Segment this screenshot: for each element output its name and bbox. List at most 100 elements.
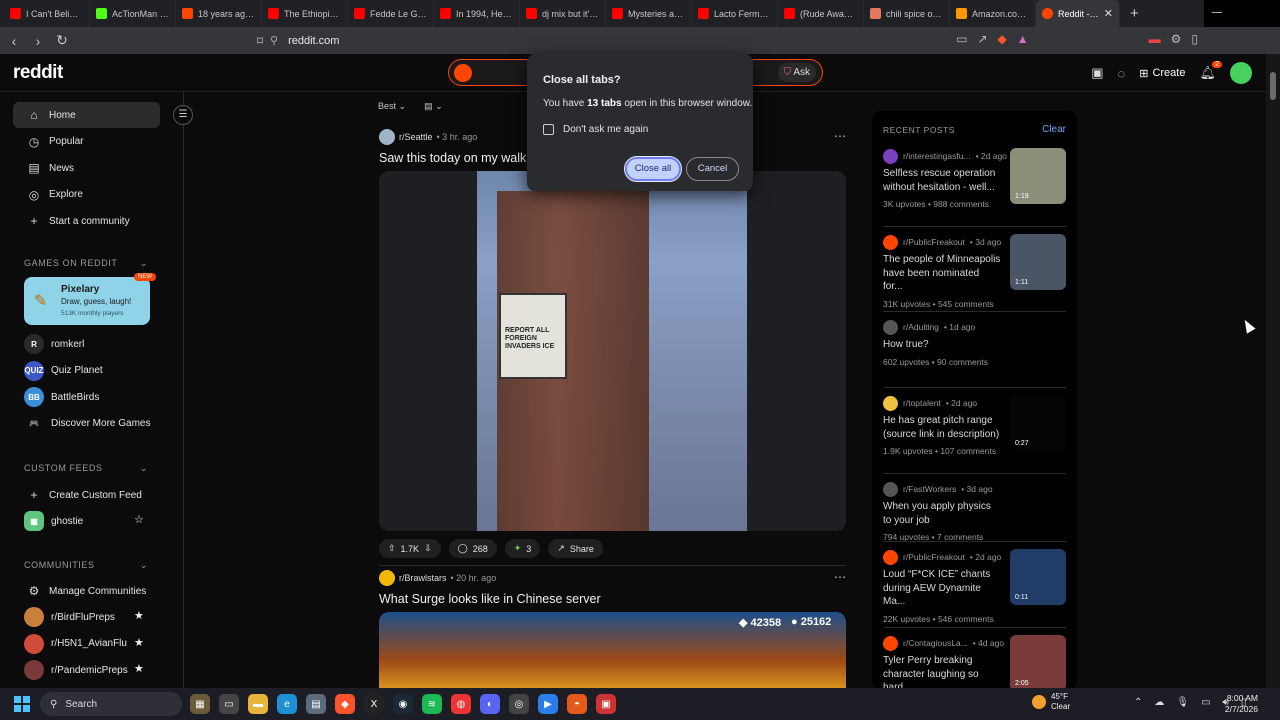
recent-thumbnail[interactable]: 1:19 xyxy=(1010,148,1066,204)
recent-title[interactable]: The people of Minneapolis have been nomi… xyxy=(883,253,1001,294)
custom-feeds-heading[interactable]: CUSTOM FEEDS ⌄ xyxy=(24,463,148,474)
community-item[interactable]: r/PandemicPreps xyxy=(24,659,128,681)
recent-title[interactable]: Tyler Perry breaking character laughing … xyxy=(883,654,1001,690)
recent-post[interactable]: r/PublicFreakout • 3d ago The people of Mi… xyxy=(883,234,1066,309)
star-icon[interactable]: ★ xyxy=(134,636,144,649)
game-card-pixelary[interactable]: ✎ Pixelary Draw, guess, laugh! 513K monthly… xyxy=(24,273,156,325)
widgets-icon[interactable]: ▦ xyxy=(190,694,210,714)
more-options-icon[interactable]: ⋯ xyxy=(834,570,846,584)
file-explorer-icon[interactable]: ▬ xyxy=(248,694,268,714)
taskbar-search[interactable]: ⚲ Search xyxy=(40,692,182,716)
x-app-icon[interactable]: X xyxy=(364,694,384,714)
browser-tab[interactable]: I Can't Believe T xyxy=(4,0,90,27)
extension-icon[interactable]: ▬ xyxy=(1149,32,1161,46)
steam-icon[interactable]: ◉ xyxy=(393,694,413,714)
sidebar-item-news[interactable]: ▤ News xyxy=(13,155,160,181)
community-item[interactable]: r/H5N1_AvianFlu xyxy=(24,633,127,655)
recent-post[interactable]: r/Adulting • 1d ago How true? 602 upvotes •… xyxy=(883,319,1066,367)
collapse-sidebar-button[interactable]: ☰ xyxy=(173,105,193,125)
recent-sub[interactable]: r/FastWorkers xyxy=(903,484,956,494)
browser-tab[interactable]: Mysteries and C xyxy=(606,0,692,27)
share-icon[interactable]: ↗ xyxy=(977,32,987,46)
edge-icon[interactable]: e xyxy=(277,694,297,714)
recent-title[interactable]: How true? xyxy=(883,338,1001,352)
share-button[interactable]: ↗ Share xyxy=(548,539,603,558)
game-item[interactable]: QUIZ Quiz Planet xyxy=(24,360,103,382)
scrollbar-thumb[interactable] xyxy=(1270,72,1276,100)
browser-tab-active[interactable]: Reddit - Th ✕ xyxy=(1036,0,1120,27)
weather-widget[interactable]: 45°F Clear xyxy=(1032,692,1070,712)
windows-start-icon[interactable] xyxy=(14,696,30,712)
vote-buttons[interactable]: ⇧ 1.7K ⇩ xyxy=(379,539,441,558)
create-button[interactable]: ⊞ Create xyxy=(1139,67,1185,80)
recent-sub[interactable]: r/Adulting xyxy=(903,322,939,332)
reload-icon[interactable]: ↻ xyxy=(52,32,72,49)
url-field[interactable]: ⚲ reddit.com xyxy=(270,31,990,50)
page-scrollbar[interactable] xyxy=(1266,54,1280,688)
games-heading[interactable]: GAMES ON REDDIT ⌄ xyxy=(24,258,148,269)
recent-post[interactable]: r/interestingasfu... • 2d ago Selfless res… xyxy=(883,148,1066,209)
task-view-icon[interactable]: ▭ xyxy=(219,694,239,714)
recent-post[interactable]: r/toptalent • 2d ago He has great pitch ra… xyxy=(883,395,1066,456)
recent-title[interactable]: Selfless rescue operation without hesita… xyxy=(883,167,1001,194)
advertise-icon[interactable]: ▣ xyxy=(1091,65,1103,81)
discord-icon[interactable]: ◐ xyxy=(480,694,500,714)
recent-thumbnail[interactable]: 2:05 xyxy=(1010,635,1066,690)
subreddit-name[interactable]: r/Brawlstars xyxy=(399,573,447,583)
view-toggle[interactable]: ▤ ⌄ xyxy=(424,101,443,112)
feed-ghostie[interactable]: ▦ ghostie xyxy=(24,510,83,532)
site-info-icon[interactable]: ⚲ xyxy=(270,34,278,47)
browser-tab[interactable]: chili spice oil b xyxy=(864,0,950,27)
rewards-icon[interactable]: ▲ xyxy=(1017,32,1029,46)
recent-title[interactable]: When you apply physics to your job xyxy=(883,500,1001,527)
brave-shield-icon[interactable]: ◆ xyxy=(998,32,1007,46)
manage-communities[interactable]: ⚙ Manage Communities xyxy=(13,578,160,604)
browser-tab[interactable]: dj mix but it's n xyxy=(520,0,606,27)
close-tab-icon[interactable]: ✕ xyxy=(1104,7,1113,20)
recent-title[interactable]: He has great pitch range (source link in… xyxy=(883,414,1001,441)
communities-heading[interactable]: COMMUNITIES ⌄ xyxy=(24,560,148,571)
tray-app-icon[interactable]: ☁ xyxy=(1154,697,1164,708)
bookmark-icon[interactable]: ⌑ xyxy=(250,34,270,48)
community-item[interactable]: r/BirdFluPreps xyxy=(24,606,115,628)
post-title[interactable]: What Surge looks like in Chinese server xyxy=(379,592,846,606)
recent-thumbnail[interactable]: 0:11 xyxy=(1010,549,1066,605)
sidebar-toggle-icon[interactable]: ▯ xyxy=(1191,32,1198,46)
recent-sub[interactable]: r/toptalent xyxy=(903,398,941,408)
extensions-icon[interactable]: ⚙ xyxy=(1171,32,1182,46)
recent-post[interactable]: r/ContagiousLa... • 4d ago Tyler Perry bre… xyxy=(883,635,1066,690)
browser-tab[interactable]: Amazon.com S xyxy=(950,0,1036,27)
spotify-icon[interactable]: ≋ xyxy=(422,694,442,714)
recent-sub[interactable]: r/PublicFreakout xyxy=(903,552,965,562)
browser-tab[interactable]: Lacto Fermente xyxy=(692,0,778,27)
blender-icon[interactable]: ◓ xyxy=(567,694,587,714)
browser-tab[interactable]: The Ethiopian B xyxy=(262,0,348,27)
star-icon[interactable]: ★ xyxy=(134,609,144,622)
game-item[interactable]: 🎮 Discover More Games xyxy=(24,413,150,435)
dont-ask-checkbox[interactable]: Don't ask me again xyxy=(543,124,648,135)
recent-thumbnail[interactable]: 0:27 xyxy=(1010,395,1066,451)
chevron-up-icon[interactable]: ⌃ xyxy=(1134,697,1142,708)
comments-button[interactable]: ◯ 268 xyxy=(448,539,497,558)
network-icon[interactable]: ▭ xyxy=(1201,697,1210,708)
notifications-button[interactable]: 🔔︎ 2 xyxy=(1199,61,1222,81)
back-icon[interactable]: ‹ xyxy=(4,33,24,49)
post-image[interactable]: ◆ 42358 ● 25162 xyxy=(379,612,846,692)
recent-post[interactable]: r/FastWorkers • 3d ago When you apply phys… xyxy=(883,481,1066,542)
brave-icon[interactable]: ◆ xyxy=(335,694,355,714)
clear-button[interactable]: Clear xyxy=(1042,124,1066,135)
close-all-button[interactable]: Close all xyxy=(624,156,682,182)
browser-tab[interactable]: In 1994, He Exp xyxy=(434,0,520,27)
cancel-button[interactable]: Cancel xyxy=(686,157,739,181)
subreddit-name[interactable]: r/Seattle xyxy=(399,132,433,142)
cast-icon[interactable]: ▭ xyxy=(956,32,967,46)
create-custom-feed[interactable]: + Create Custom Feed xyxy=(13,482,160,508)
reddit-logo[interactable]: reddit xyxy=(13,62,63,84)
forward-icon[interactable]: › xyxy=(28,33,48,49)
user-avatar[interactable] xyxy=(1230,62,1252,84)
browser-tab[interactable]: (Rude Awakeni xyxy=(778,0,864,27)
recent-sub[interactable]: r/interestingasfu... xyxy=(903,151,971,161)
terminal-icon[interactable]: ▣ xyxy=(596,694,616,714)
post-image[interactable]: REPORT ALL FOREIGN INVADERS ICE xyxy=(379,171,846,531)
minimize-icon[interactable] xyxy=(1212,12,1222,13)
